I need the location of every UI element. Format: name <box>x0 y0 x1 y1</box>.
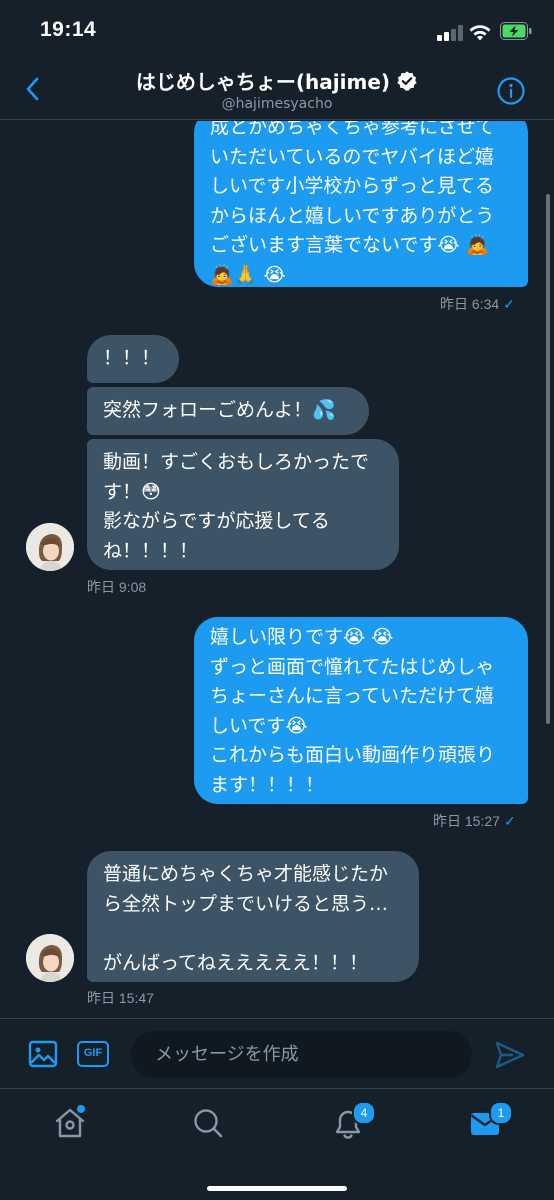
image-icon[interactable] <box>28 1039 58 1069</box>
message-timestamp: 昨日 15:27 ✓ <box>433 811 516 831</box>
message-bubble-incoming[interactable]: 動画！すごくおもしろかったで す！😳 影ながらですが応援してる ね！！！！ <box>87 439 399 570</box>
avatar-image <box>26 523 74 571</box>
home-indicator <box>207 1186 347 1191</box>
home-unread-dot <box>77 1105 85 1113</box>
message-input[interactable] <box>131 1031 472 1078</box>
wifi-icon <box>469 25 491 41</box>
read-check-icon: ✓ <box>503 813 516 829</box>
read-check-icon: ✓ <box>503 296 515 312</box>
scrollbar[interactable] <box>546 194 550 724</box>
avatar[interactable] <box>26 523 74 571</box>
verified-badge-icon <box>397 70 417 91</box>
message-bubble-incoming[interactable]: ！！！ <box>87 335 179 383</box>
tab-messages[interactable]: 1 <box>465 1101 513 1143</box>
notifications-badge: 4 <box>352 1101 376 1125</box>
avatar[interactable] <box>26 934 74 982</box>
message-bubble-outgoing[interactable]: 成とかめちゃくちゃ参考にさせて いただいているのでヤバイほど嬉 しいです小学校か… <box>194 121 528 287</box>
gif-button[interactable]: GIF <box>77 1041 109 1067</box>
avatar-image <box>26 934 74 982</box>
conversation-header: はじめしゃちょー(hajime) @hajimesyacho <box>0 66 554 120</box>
timestamp-text: 昨日 15:27 <box>433 813 500 829</box>
message-timestamp: 昨日 15:47 <box>87 988 154 1008</box>
message-bubble-incoming[interactable]: 突然フォローごめんよ！💦 <box>87 387 369 435</box>
status-bar: 19:14 <box>0 0 554 66</box>
tab-home[interactable] <box>50 1103 90 1143</box>
info-icon[interactable] <box>496 76 526 106</box>
conversation-handle: @hajimesyacho <box>221 96 333 112</box>
message-bubble-incoming[interactable]: 普通にめちゃくちゃ才能感じたか ら全然トップまでいけると思う… がんばってねええ… <box>87 851 419 982</box>
tab-notifications[interactable]: 4 <box>328 1101 376 1143</box>
messages-badge: 1 <box>489 1101 513 1125</box>
timestamp-text: 昨日 6:34 <box>440 296 500 312</box>
status-time: 19:14 <box>40 18 97 41</box>
tab-bar: 4 1 <box>0 1088 554 1200</box>
cellular-signal-icon <box>437 25 463 41</box>
message-list[interactable]: 成とかめちゃくちゃ参考にさせて いただいているのでヤバイほど嬉 しいです小学校か… <box>0 121 554 1018</box>
timestamp-text: 昨日 15:47 <box>87 990 154 1006</box>
send-icon[interactable] <box>494 1039 526 1071</box>
timestamp-text: 昨日 9:08 <box>87 579 147 595</box>
search-icon <box>194 1109 223 1138</box>
message-timestamp: 昨日 9:08 <box>87 577 146 597</box>
tab-search[interactable] <box>188 1103 228 1143</box>
battery-charging-icon <box>500 22 532 40</box>
page-title[interactable]: はじめしゃちょー(hajime) <box>0 66 554 95</box>
message-composer: GIF <box>0 1018 554 1088</box>
message-timestamp: 昨日 6:34 ✓ <box>440 294 515 314</box>
conversation-name: はじめしゃちょー(hajime) <box>135 70 391 94</box>
message-bubble-outgoing[interactable]: 嬉しい限りです😭 😭 ずっと画面で憧れてたはじめしゃ ちょーさんに言っていただけ… <box>194 617 528 804</box>
